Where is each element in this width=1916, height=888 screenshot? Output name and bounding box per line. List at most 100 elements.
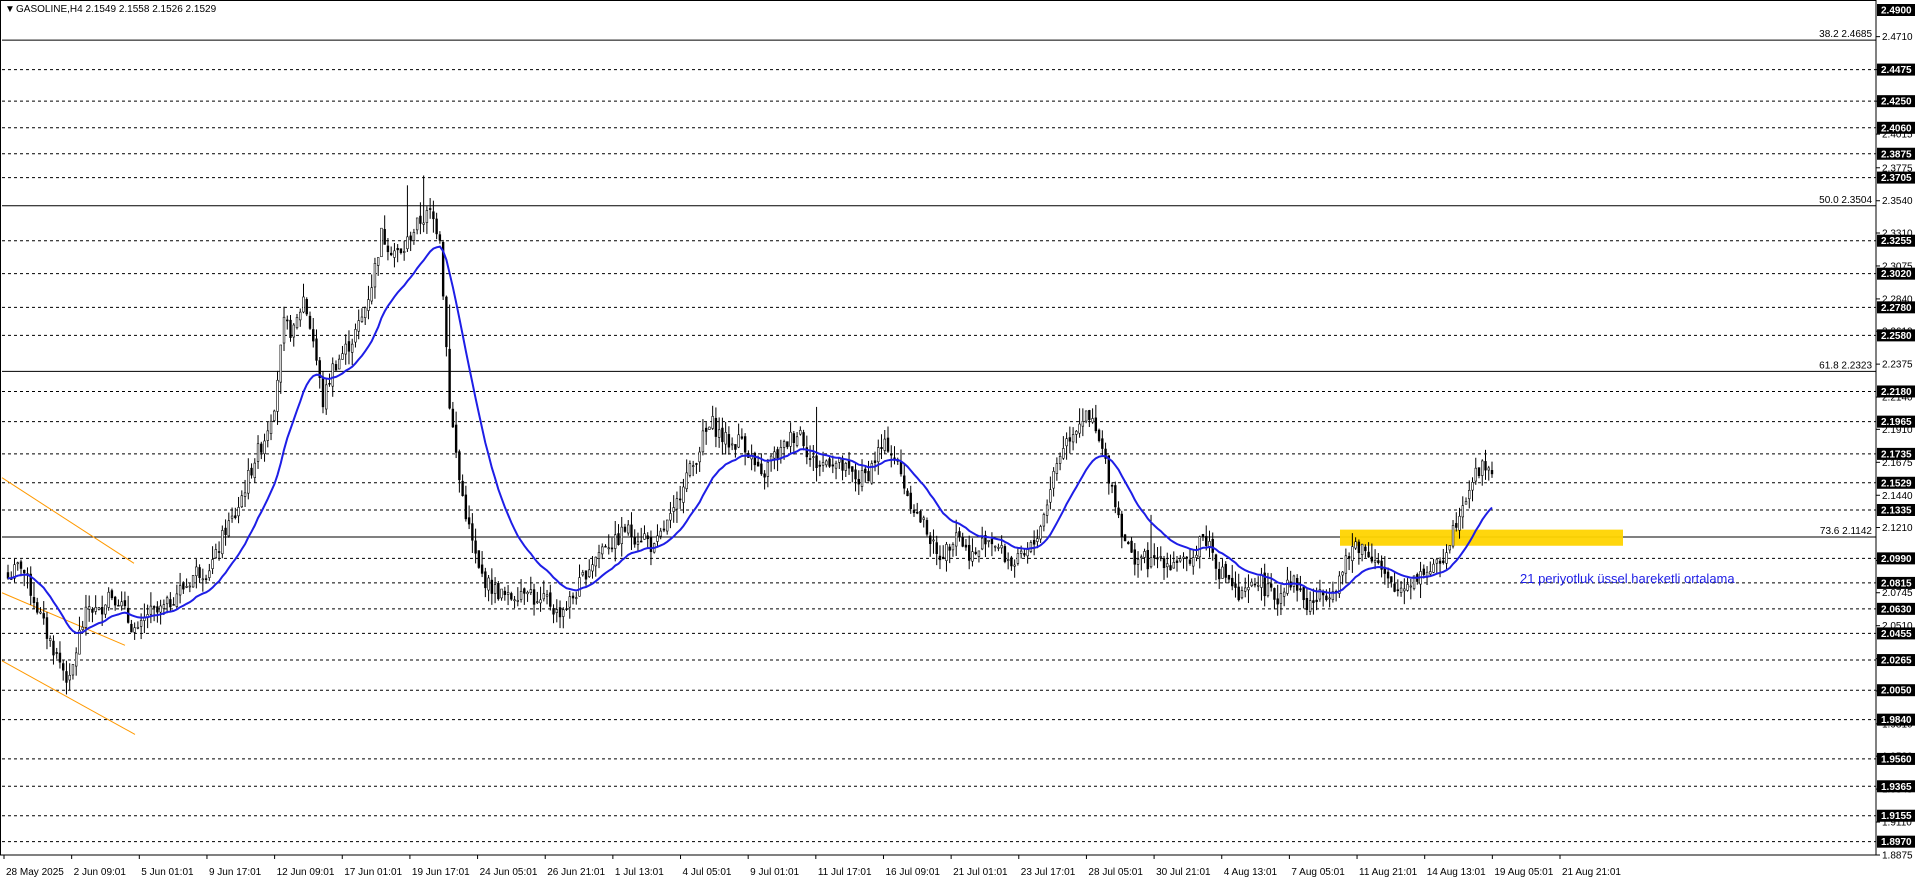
candle-body [704, 427, 708, 432]
candle-body [844, 463, 847, 471]
candle-body [191, 575, 195, 588]
candle-body [178, 585, 182, 596]
candle-body [367, 299, 370, 311]
candle-body [493, 584, 497, 594]
candle-body [497, 583, 500, 600]
candle-body [1136, 558, 1140, 565]
candle-body [217, 551, 221, 553]
candle-body [396, 248, 399, 251]
candle-body [591, 564, 594, 572]
candle-body [1344, 555, 1348, 574]
candle-body [799, 430, 802, 435]
candle-body [1269, 583, 1273, 588]
candle-body [955, 532, 958, 547]
date-label: 30 Jul 21:01 [1156, 867, 1211, 878]
candle-body [1302, 587, 1305, 601]
date-label: 24 Jun 05:01 [480, 867, 538, 878]
candle-body [1422, 568, 1426, 575]
candle-body [620, 526, 623, 545]
candle-body [510, 593, 513, 600]
candle-body [818, 464, 822, 467]
price-chart[interactable]: 38.2 2.4685 50.0 2.3504 61.8 2.2323 73.6 2.… [0, 0, 1916, 888]
candle-body [571, 595, 575, 599]
candle-body [23, 569, 26, 574]
candle-body [1169, 565, 1172, 571]
candle-body [1058, 455, 1062, 464]
candle-body [195, 566, 198, 577]
candle-body [1455, 523, 1458, 528]
candle-body [854, 469, 857, 480]
date-label: 4 Aug 13:01 [1224, 867, 1278, 878]
candle-body [123, 600, 127, 607]
price-box-label: 1.9155 [1881, 811, 1912, 822]
fib-level-label: 73.6 2.1142 [1820, 526, 1873, 537]
candle-body [838, 458, 841, 463]
date-label: 16 Jul 09:01 [885, 867, 940, 878]
candle-body [152, 606, 156, 608]
candle-body [1247, 587, 1250, 591]
fib-level-label: 38.2 2.4685 [1819, 29, 1872, 40]
candle-body [305, 299, 308, 315]
candle-body [545, 594, 549, 597]
candle-body [68, 675, 71, 681]
chart-svg[interactable]: 38.2 2.4685 50.0 2.3504 61.8 2.2323 73.6 2.… [0, 0, 1916, 888]
candle-body [1468, 490, 1471, 500]
support-zone-rect [1340, 529, 1623, 546]
candle-body [1036, 538, 1039, 542]
price-box-label: 1.9560 [1881, 754, 1912, 765]
candle-body [636, 541, 640, 545]
candle-body [513, 599, 516, 602]
candle-body [221, 530, 224, 555]
candle-body [990, 539, 994, 545]
candle-body [883, 438, 886, 451]
price-box-label: 2.3705 [1881, 173, 1912, 184]
candle-body [422, 222, 425, 225]
candle-body [685, 472, 688, 490]
candle-body [1166, 563, 1169, 568]
candle-body [1477, 467, 1481, 477]
price-tick-label: 2.2375 [1882, 360, 1913, 371]
candle-body [942, 556, 945, 560]
candle-body [1175, 560, 1179, 563]
candle-body [536, 601, 539, 603]
candle-body [1237, 586, 1240, 601]
candle-body [91, 608, 94, 613]
price-box-label: 2.2180 [1881, 387, 1912, 398]
candle-body [256, 443, 260, 462]
date-label: 11 Jul 17:01 [818, 867, 872, 878]
candle-body [1227, 574, 1231, 580]
price-box-label: 2.3875 [1881, 149, 1912, 160]
candle-body [828, 458, 831, 467]
candle-body [516, 600, 520, 602]
price-box-label: 2.2780 [1881, 303, 1912, 314]
price-box-label: 2.0630 [1881, 604, 1912, 615]
candle-body [601, 546, 604, 555]
candle-body [1026, 549, 1029, 557]
date-label: 28 Jul 05:01 [1088, 867, 1143, 878]
candle-body [1117, 507, 1120, 516]
candle-body [948, 546, 951, 551]
date-label: 9 Jun 17:01 [209, 867, 262, 878]
candle-body [1016, 553, 1020, 564]
candle-body [815, 455, 818, 468]
candle-body [1094, 417, 1098, 432]
candle-body [1399, 587, 1403, 593]
candle-body [1101, 438, 1104, 449]
candle-body [1172, 561, 1175, 569]
candle-body [1429, 571, 1432, 575]
candle-body [402, 251, 406, 253]
candle-body [831, 464, 834, 467]
candle-body [1409, 585, 1413, 588]
candle-body [578, 577, 581, 597]
candle-body [627, 524, 630, 534]
candle-body [549, 592, 552, 607]
candle-body [1211, 538, 1214, 553]
candle-body [487, 577, 490, 591]
candle-body [737, 434, 740, 448]
candle-body [286, 319, 289, 322]
candle-body [1214, 554, 1218, 569]
candle-body [776, 449, 779, 459]
candle-body [1308, 600, 1312, 612]
candle-body [1032, 539, 1036, 545]
candle-body [721, 427, 724, 443]
